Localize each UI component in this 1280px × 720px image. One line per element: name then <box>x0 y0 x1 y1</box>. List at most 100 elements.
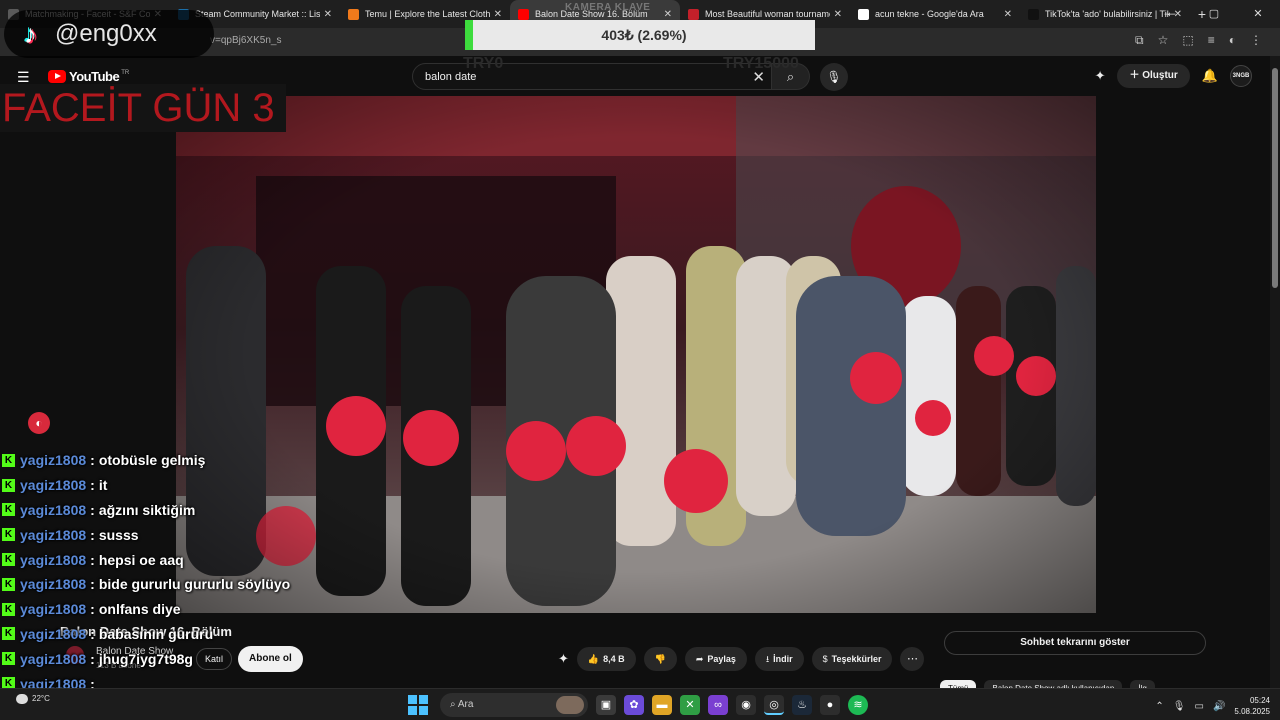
chat-text: onlfans diye <box>98 601 181 618</box>
chat-separator: : <box>90 526 95 543</box>
extensions-icon[interactable]: ⬚ <box>1182 33 1193 48</box>
chat-message: Kyagiz1808: babasının gururu <box>2 622 522 647</box>
voice-search-button[interactable]: 🎙 <box>820 63 848 91</box>
gemini-icon[interactable]: ✦ <box>1095 68 1106 84</box>
task-view-icon[interactable]: ▣ <box>596 695 616 715</box>
browser-menu-icon[interactable]: ⋮ <box>1250 33 1262 48</box>
like-count: 8,4 B <box>603 654 625 664</box>
thanks-button[interactable]: $ Teşekkürler <box>811 647 893 671</box>
xbox-icon[interactable]: ✕ <box>680 695 700 715</box>
chat-message: Kyagiz1808: onlfans diye <box>2 597 522 622</box>
donation-goal-bar: 403₺ (2.69%) <box>465 20 815 50</box>
kick-badge-icon: K <box>2 602 15 616</box>
tab-favicon-icon <box>348 8 359 20</box>
volume-icon[interactable]: 🔊 <box>1213 701 1225 712</box>
share-label: Paylaş <box>707 654 736 664</box>
tray-overflow-icon[interactable]: ⌃ <box>1155 701 1163 712</box>
account-avatar[interactable]: 3NGB <box>1230 65 1252 87</box>
thumbs-up-icon: 👍 <box>587 654 600 664</box>
download-button[interactable]: ⭳ İndir <box>754 647 804 671</box>
chat-separator: : <box>90 576 95 593</box>
scrollbar-thumb[interactable] <box>1272 68 1278 288</box>
spotify-icon[interactable]: ≋ <box>848 695 868 715</box>
chat-username: yagiz1808 <box>20 625 87 642</box>
chat-text: it <box>98 477 108 494</box>
show-chat-replay-button[interactable]: Sohbet tekrarını göster <box>944 631 1206 655</box>
chrome-icon[interactable]: ◎ <box>764 695 784 715</box>
close-window-button[interactable]: ✕ <box>1236 0 1280 28</box>
microphone-tray-icon[interactable]: 🎙 <box>1173 701 1186 712</box>
reading-list-icon[interactable]: ≡ <box>1208 33 1215 48</box>
youtube-play-icon <box>48 70 66 83</box>
tab-label: Most Beautiful woman tournament <box>705 9 830 19</box>
youtube-wordmark: YouTube <box>69 69 120 84</box>
system-tray: ⌃ 🎙 ▭ 🔊 05:24 5.08.2025 <box>1155 695 1270 717</box>
chat-text: jhug7iyg7t98g <box>98 650 193 667</box>
kick-badge-icon: K <box>2 627 15 641</box>
obs-icon[interactable]: ◉ <box>736 695 756 715</box>
file-explorer-icon[interactable]: ▬ <box>652 695 672 715</box>
thanks-icon: $ <box>822 654 828 664</box>
chat-username: yagiz1808 <box>20 650 87 667</box>
live-chat-overlay: Kyagiz1808: otobüsle gelmiş Kyagiz1808: it K… <box>2 448 522 720</box>
tiktok-watermark: ♪ @eng0xx <box>4 10 214 58</box>
tab-favicon-icon <box>1028 8 1039 20</box>
windows-taskbar: 22°C ⌕ Ara ▣ ✿ ▬ ✕ ∞ ◉ ◎ ♨ ● ≋ ⌃ 🎙 ▭ 🔊 0… <box>0 688 1280 720</box>
copilot-icon[interactable]: ✿ <box>624 695 644 715</box>
video-actions: ✦ 👍 8,4 B 👎 ➦ Paylaş ⭳ İndir $ Teşekkürler ⋯ <box>558 647 925 671</box>
kick-badge-icon: K <box>2 453 15 467</box>
stream-title-overlay: FACEİT GÜN 3 <box>0 84 286 132</box>
donation-amount: 403₺ (2.69%) <box>601 27 687 43</box>
notifications-bell-icon[interactable]: 🔔 <box>1202 68 1218 84</box>
create-button[interactable]: ＋ Oluştur <box>1117 64 1190 88</box>
network-icon[interactable]: ▭ <box>1195 701 1204 712</box>
bookmark-star-icon[interactable]: ☆ <box>1158 33 1169 48</box>
donation-goal-max: TRY15000 <box>723 55 799 72</box>
close-tab-icon[interactable]: ✕ <box>494 9 502 20</box>
taskbar-apps: ⌕ Ara ▣ ✿ ▬ ✕ ∞ ◉ ◎ ♨ ● ≋ <box>408 693 868 717</box>
tab-label: Steam Community Market :: Listings <box>195 9 320 19</box>
search-highlight-icon <box>556 696 584 714</box>
header-actions: ✦ ＋ Oluştur 🔔 3NGB <box>1095 64 1252 88</box>
chat-username: yagiz1808 <box>20 526 87 543</box>
dislike-button[interactable]: 👎 <box>643 647 677 671</box>
taskbar-search[interactable]: ⌕ Ara <box>440 693 588 717</box>
close-tab-icon[interactable]: ✕ <box>324 9 332 20</box>
steam-icon[interactable]: ♨ <box>792 695 812 715</box>
visual-studio-icon[interactable]: ∞ <box>708 695 728 715</box>
chat-separator: : <box>90 452 95 469</box>
youtube-logo[interactable]: YouTube TR <box>48 69 129 84</box>
chat-source-logo-icon: ◐ <box>28 412 50 434</box>
cast-icon[interactable]: ⧉ <box>1135 33 1144 48</box>
profile-icon[interactable]: ◐ <box>1229 33 1236 48</box>
chat-username: yagiz1808 <box>20 477 87 494</box>
browser-tab[interactable]: acun tekne - Google'da Ara ✕ <box>850 0 1020 28</box>
weather-widget[interactable]: 22°C <box>16 694 50 704</box>
clock[interactable]: 05:24 5.08.2025 <box>1234 695 1270 717</box>
github-icon[interactable]: ● <box>820 695 840 715</box>
ask-ai-icon[interactable]: ✦ <box>558 651 569 667</box>
minimize-button[interactable]: — <box>1148 0 1192 28</box>
share-button[interactable]: ➦ Paylaş <box>684 647 747 671</box>
url-field[interactable]: v=qpBj6XK5n_s <box>210 35 281 46</box>
chat-text: otobüsle gelmiş <box>98 452 206 469</box>
chat-message: Kyagiz1808: it <box>2 473 522 498</box>
chat-username: yagiz1808 <box>20 601 87 618</box>
close-tab-icon[interactable]: ✕ <box>834 9 842 20</box>
weather-cloud-icon <box>16 694 28 704</box>
more-actions-button[interactable]: ⋯ <box>900 647 925 671</box>
create-label: Oluştur <box>1142 70 1178 81</box>
chat-username: yagiz1808 <box>20 551 87 568</box>
kick-badge-icon: K <box>2 503 15 517</box>
chat-separator: : <box>90 601 95 618</box>
like-button[interactable]: 👍 8,4 B <box>576 647 636 671</box>
maximize-button[interactable]: ▢ <box>1192 0 1236 28</box>
microphone-icon: 🎙 <box>826 70 842 84</box>
page-scrollbar[interactable] <box>1270 56 1280 688</box>
close-tab-icon[interactable]: ✕ <box>664 9 672 20</box>
chat-username: yagiz1808 <box>20 501 87 518</box>
close-tab-icon[interactable]: ✕ <box>1004 9 1012 20</box>
start-button[interactable] <box>408 695 428 715</box>
kick-badge-icon: K <box>2 478 15 492</box>
chat-separator: : <box>90 477 95 494</box>
